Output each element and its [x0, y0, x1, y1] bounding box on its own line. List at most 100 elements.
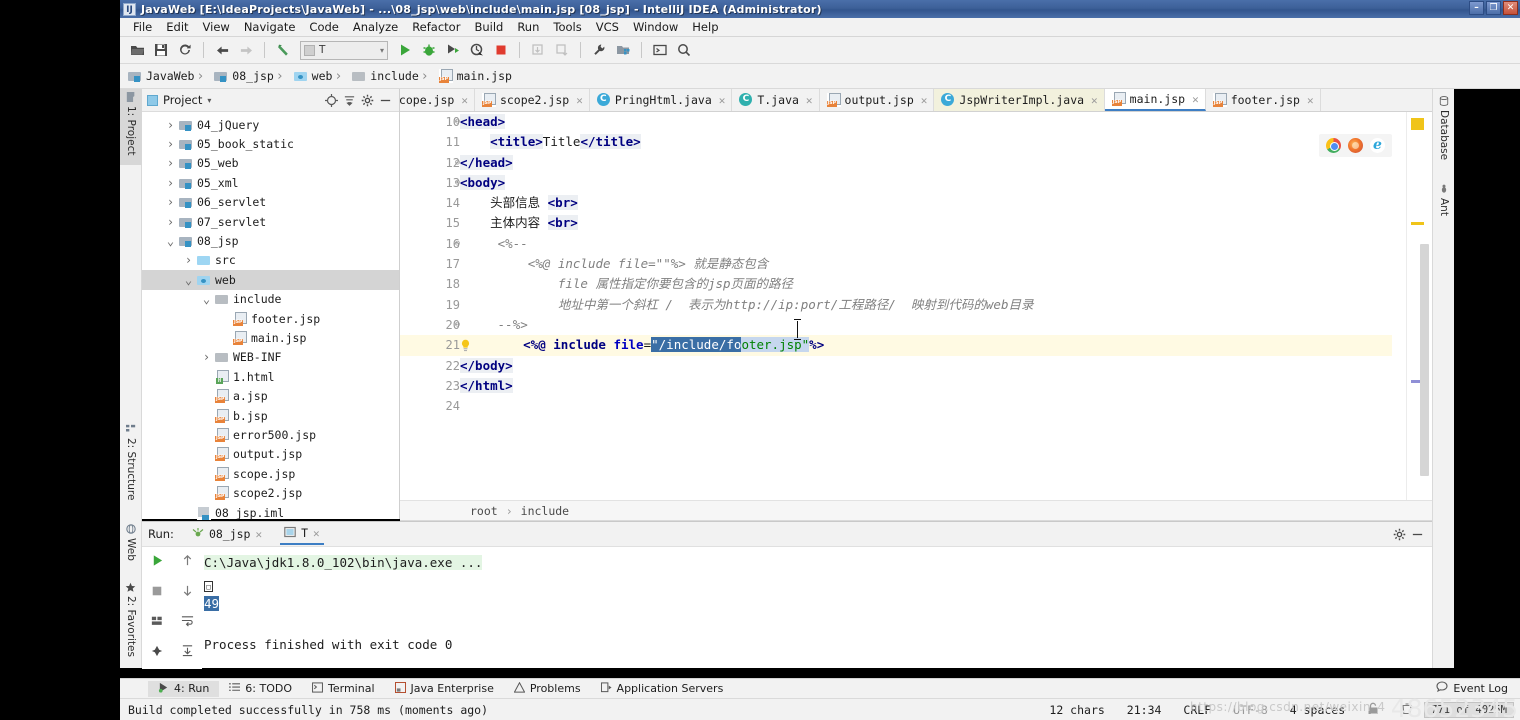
bottom-tab-terminal[interactable]: Terminal	[302, 681, 385, 697]
chevron-right-icon[interactable]: ›	[164, 215, 177, 229]
breadcrumb-item-08-jsp[interactable]: 08_jsp	[194, 69, 274, 84]
breadcrumb-item-javaweb[interactable]: JavaWeb	[128, 69, 194, 83]
stop-button[interactable]	[490, 39, 512, 61]
tree-node-include[interactable]: ⌄ include	[142, 290, 399, 309]
tree-node-web[interactable]: ⌄ web	[142, 270, 399, 290]
profile-button[interactable]	[466, 39, 488, 61]
menu-item-analyze[interactable]: Analyze	[346, 19, 405, 35]
save-all-icon[interactable]	[150, 39, 172, 61]
forward-icon[interactable]	[235, 39, 257, 61]
code-line[interactable]: file 属性指定你要包含的jsp页面的路径	[460, 274, 1392, 294]
pin-icon[interactable]	[151, 642, 163, 661]
menu-item-refactor[interactable]: Refactor	[405, 19, 467, 35]
run-button[interactable]	[394, 39, 416, 61]
menu-item-view[interactable]: View	[196, 19, 237, 35]
close-button[interactable]: ✕	[1503, 1, 1518, 15]
settings-gear-icon[interactable]	[358, 91, 376, 109]
sidebar-item-database[interactable]: Database	[1433, 93, 1455, 173]
menu-item-code[interactable]: Code	[302, 19, 345, 35]
tree-node-07-servlet[interactable]: › 07_servlet	[142, 212, 399, 231]
breadcrumb-item-include[interactable]: include	[332, 69, 419, 84]
close-icon[interactable]: ✕	[719, 94, 726, 107]
menu-item-edit[interactable]: Edit	[159, 19, 195, 35]
run-tab-08-jsp[interactable]: 08_jsp ✕	[188, 525, 266, 544]
close-icon[interactable]: ✕	[255, 528, 262, 541]
run-hide-icon[interactable]	[1408, 525, 1426, 543]
tree-node-b-jsp[interactable]: b.jsp	[142, 406, 399, 425]
chevron-right-icon[interactable]: ›	[164, 176, 177, 190]
tree-node-scope-jsp[interactable]: scope.jsp	[142, 464, 399, 483]
close-icon[interactable]: ✕	[313, 527, 320, 540]
run-tab-t[interactable]: T ✕	[280, 524, 324, 545]
project-structure-icon[interactable]	[612, 39, 634, 61]
tree-node-05-xml[interactable]: › 05_xml	[142, 173, 399, 192]
menu-item-navigate[interactable]: Navigate	[237, 19, 303, 35]
code-line[interactable]: <%@ include file="/include/footer.jsp"%>	[458, 335, 1392, 356]
close-icon[interactable]: ✕	[921, 94, 928, 107]
scroll-to-end-icon[interactable]	[181, 642, 194, 661]
run-console-output[interactable]: C:\Java\jdk1.8.0_102\bin\java.exe ... □ 49…	[204, 547, 1432, 669]
tree-node-src[interactable]: › src	[142, 251, 399, 270]
editor-tab-output-jsp[interactable]: output.jsp ✕	[820, 89, 935, 111]
chrome-icon[interactable]	[1326, 138, 1341, 153]
indent-setting[interactable]: 4 spaces	[1279, 703, 1356, 717]
update-project-icon[interactable]	[527, 39, 549, 61]
editor-tab-footer-jsp[interactable]: footer.jsp ✕	[1206, 89, 1321, 111]
breadcrumb-root[interactable]: root	[470, 504, 498, 518]
close-icon[interactable]: ✕	[461, 94, 468, 107]
breadcrumb-item-main-jsp[interactable]: main.jsp	[419, 69, 512, 84]
editor-code-area[interactable]: <head> <title>Title</title> </head> <body>…	[460, 112, 1392, 500]
intention-bulb-icon[interactable]	[458, 335, 472, 355]
run-with-coverage-button[interactable]	[442, 39, 464, 61]
caret-position[interactable]: 21:34	[1116, 703, 1173, 717]
chevron-right-icon[interactable]: ›	[182, 253, 195, 267]
tree-node-web-inf[interactable]: › WEB-INF	[142, 348, 399, 367]
code-line[interactable]: 头部信息 <br>	[460, 193, 1392, 213]
sidebar-item-project[interactable]: 1: Project	[120, 89, 142, 165]
firefox-icon[interactable]	[1348, 138, 1363, 153]
chevron-down-icon[interactable]: ⌄	[164, 235, 177, 248]
menu-item-help[interactable]: Help	[685, 19, 725, 35]
file-encoding[interactable]: UTF-8	[1222, 703, 1279, 717]
breadcrumb-include[interactable]: include	[521, 504, 569, 518]
up-arrow-icon[interactable]	[181, 552, 194, 571]
editor-tab-pringhtml-java[interactable]: PringHtml.java ✕	[590, 89, 733, 111]
search-icon[interactable]	[673, 39, 695, 61]
sidebar-item-web[interactable]: Web	[120, 521, 142, 569]
last-edit-location-icon[interactable]	[272, 39, 294, 61]
stop-icon[interactable]	[151, 582, 163, 601]
chevron-right-icon[interactable]: ›	[164, 137, 177, 151]
tree-node-a-jsp[interactable]: a.jsp	[142, 386, 399, 405]
lock-icon[interactable]	[1356, 702, 1390, 718]
chevron-down-icon[interactable]: ⌄	[200, 293, 213, 306]
open-icon[interactable]	[126, 39, 148, 61]
chevron-right-icon[interactable]: ›	[164, 156, 177, 170]
bottom-tab-java-enterprise[interactable]: Java Enterprise	[385, 681, 504, 697]
editor-tab-scope-jsp[interactable]: scope.jsp ✕	[400, 89, 475, 111]
tree-node-footer-jsp[interactable]: footer.jsp	[142, 309, 399, 328]
tree-node-scope2-jsp[interactable]: scope2.jsp	[142, 483, 399, 502]
warning-marker[interactable]	[1411, 222, 1424, 225]
chevron-down-icon[interactable]: ⌄	[182, 273, 195, 286]
run-settings-gear-icon[interactable]	[1390, 525, 1408, 543]
soft-wrap-icon[interactable]	[181, 612, 194, 631]
code-line[interactable]: 地址中第一个斜杠 / 表示为http://ip:port/工程路径/ 映射到代码…	[460, 295, 1392, 315]
close-icon[interactable]: ✕	[806, 94, 813, 107]
menu-item-window[interactable]: Window	[626, 19, 685, 35]
chevron-right-icon[interactable]: ›	[200, 350, 213, 364]
chevron-down-icon[interactable]: ▾	[207, 96, 211, 105]
breadcrumb-item-web[interactable]: web	[274, 69, 332, 84]
sidebar-item-ant[interactable]: Ant	[1433, 181, 1455, 231]
tree-node-output-jsp[interactable]: output.jsp	[142, 445, 399, 464]
rerun-icon[interactable]	[151, 552, 164, 571]
code-line[interactable]: --%>	[460, 315, 1392, 335]
tree-node-error500-jsp[interactable]: error500.jsp	[142, 425, 399, 444]
minimize-button[interactable]: –	[1469, 1, 1484, 15]
tree-node-1-html[interactable]: 1.html	[142, 367, 399, 386]
tree-node-main-jsp[interactable]: main.jsp	[142, 328, 399, 347]
code-line[interactable]: </body>	[460, 356, 1392, 376]
chevron-right-icon[interactable]: ›	[164, 195, 177, 209]
bottom-tab-application-servers[interactable]: Application Servers	[591, 681, 734, 697]
bottom-tab-4--run[interactable]: 4: Run	[148, 680, 220, 697]
run-configuration-selector[interactable]: T ▾	[300, 40, 388, 60]
